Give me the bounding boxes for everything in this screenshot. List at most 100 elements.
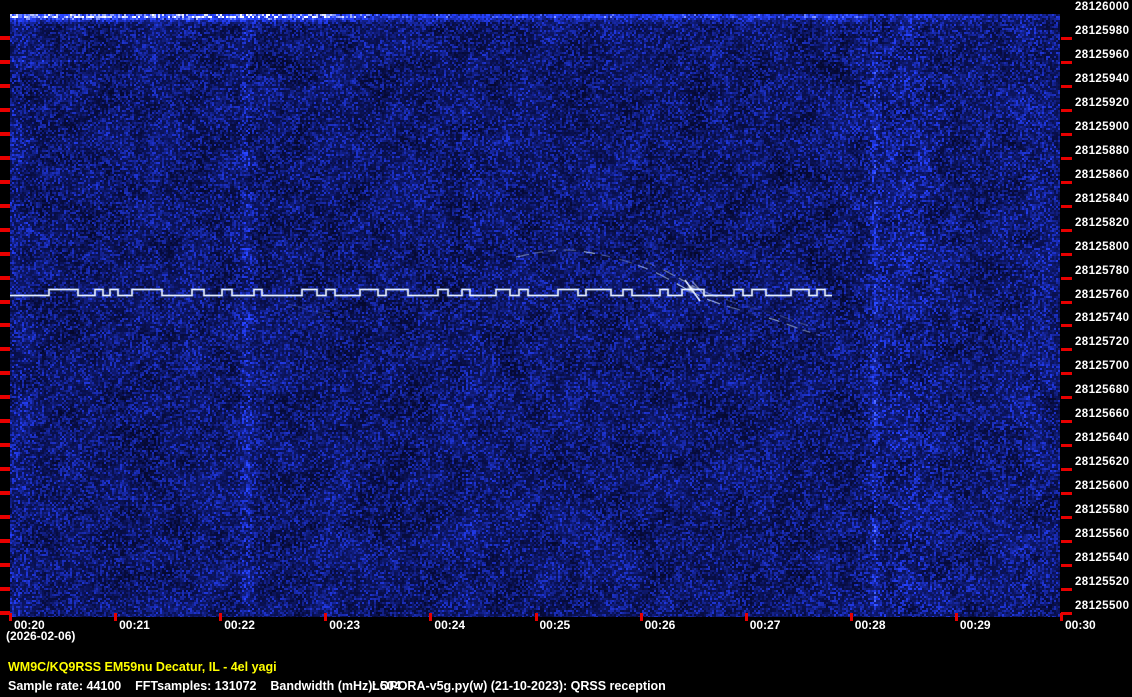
- frequency-tick-right: [1061, 444, 1072, 447]
- frequency-label: 28125540: [1075, 552, 1131, 564]
- frequency-tick-right: [1061, 348, 1072, 351]
- frequency-tick-left: [0, 371, 10, 375]
- frequency-tick-right: [1061, 37, 1072, 40]
- frequency-label: 28125640: [1075, 432, 1131, 444]
- frequency-tick-right: [1061, 277, 1072, 280]
- frequency-label: 28125700: [1075, 360, 1131, 372]
- time-tick: [850, 613, 853, 621]
- frequency-tick-left: [0, 84, 10, 88]
- date-label: (2026-02-06): [6, 629, 75, 643]
- frequency-tick-right: [1061, 420, 1072, 423]
- frequency-label: 28125620: [1075, 456, 1131, 468]
- time-tick: [114, 613, 117, 621]
- frequency-tick-right: [1061, 181, 1072, 184]
- frequency-label: 28125720: [1075, 336, 1131, 348]
- frequency-tick-left: [0, 36, 10, 40]
- frequency-tick-left: [0, 443, 10, 447]
- frequency-tick-left: [0, 323, 10, 327]
- frequency-label: 28125660: [1075, 408, 1131, 420]
- frequency-tick-right: [1061, 253, 1072, 256]
- time-tick: [429, 613, 432, 621]
- time-label: 00:28: [855, 618, 886, 632]
- frequency-tick-right: [1061, 205, 1072, 208]
- time-tick: [9, 613, 12, 621]
- frequency-tick-right: [1061, 229, 1072, 232]
- frequency-tick-right: [1061, 109, 1072, 112]
- frequency-tick-left: [0, 180, 10, 184]
- frequency-label: 28125880: [1075, 145, 1131, 157]
- frequency-tick-right: [1061, 372, 1072, 375]
- time-label: 00:26: [645, 618, 676, 632]
- frequency-tick-left: [0, 300, 10, 304]
- time-label: 00:21: [119, 618, 150, 632]
- frequency-label: 28125680: [1075, 384, 1131, 396]
- frequency-label: 28125740: [1075, 312, 1131, 324]
- frequency-label: 28125980: [1075, 25, 1131, 37]
- software-version-text: LOPORA-v5g.py(w) (21-10-2023): QRSS rece…: [372, 679, 666, 693]
- frequency-tick-right: [1061, 133, 1072, 136]
- frequency-tick-left: [0, 204, 10, 208]
- frequency-tick-left: [0, 467, 10, 471]
- frequency-tick-left: [0, 539, 10, 543]
- time-label: 00:25: [540, 618, 571, 632]
- frequency-tick-right: [1061, 85, 1072, 88]
- frequency-label: 28125960: [1075, 49, 1131, 61]
- frequency-label: 28125820: [1075, 217, 1131, 229]
- frequency-tick-right: [1061, 301, 1072, 304]
- frequency-tick-right: [1061, 588, 1072, 591]
- time-tick: [955, 613, 958, 621]
- frequency-label: 28125600: [1075, 480, 1131, 492]
- frequency-label: 28125840: [1075, 193, 1131, 205]
- sample-rate-text: Sample rate: 44100 FFTsamples: 131072 Ba…: [8, 679, 401, 693]
- frequency-label: 28125900: [1075, 121, 1131, 133]
- frequency-tick-left: [0, 491, 10, 495]
- frequency-tick-right: [1061, 516, 1072, 519]
- time-tick: [324, 613, 327, 621]
- frequency-label: 28125860: [1075, 169, 1131, 181]
- frequency-label: 28125780: [1075, 265, 1131, 277]
- frequency-tick-right: [1061, 396, 1072, 399]
- time-label: 00:27: [750, 618, 781, 632]
- frequency-tick-left: [0, 252, 10, 256]
- frequency-tick-right: [1061, 492, 1072, 495]
- frequency-tick-right: [1061, 564, 1072, 567]
- frequency-label: 28125560: [1075, 528, 1131, 540]
- frequency-tick-left: [0, 60, 10, 64]
- time-tick: [640, 613, 643, 621]
- frequency-tick-right: [1061, 157, 1072, 160]
- frequency-tick-left: [0, 228, 10, 232]
- frequency-tick-left: [0, 395, 10, 399]
- capture-params-line: Sample rate: 44100 FFTsamples: 131072 Ba…: [0, 679, 1132, 695]
- qrss-grabber-screen: 28126000 28125980 28125960 28125940 28125920…: [0, 0, 1132, 697]
- frequency-tick-right: [1061, 468, 1072, 471]
- frequency-label: 28125940: [1075, 73, 1131, 85]
- frequency-tick-left: [0, 419, 10, 423]
- frequency-label: 28125500: [1075, 600, 1131, 612]
- frequency-label: 28125920: [1075, 97, 1131, 109]
- frequency-label: 28125800: [1075, 241, 1131, 253]
- time-label: 00:29: [960, 618, 991, 632]
- frequency-tick-left: [0, 108, 10, 112]
- frequency-label: 28125580: [1075, 504, 1131, 516]
- frequency-tick-left: [0, 515, 10, 519]
- spectrogram-waterfall: [10, 14, 1060, 617]
- time-label: 00:24: [434, 618, 465, 632]
- frequency-tick-right: [1061, 61, 1072, 64]
- time-tick: [219, 613, 222, 621]
- frequency-tick-left: [0, 563, 10, 567]
- frequency-label: 28126000: [1075, 1, 1131, 13]
- time-tick: [745, 613, 748, 621]
- frequency-tick-left: [0, 347, 10, 351]
- time-label: 00:30: [1065, 618, 1096, 632]
- time-tick: [535, 613, 538, 621]
- frequency-tick-right: [1061, 540, 1072, 543]
- frequency-tick-left: [0, 587, 10, 591]
- station-info-line: WM9C/KQ9RSS EM59nu Decatur, IL - 4el yag…: [8, 660, 277, 674]
- frequency-tick-left: [0, 276, 10, 280]
- frequency-label: 28125760: [1075, 289, 1131, 301]
- time-label: 00:22: [224, 618, 255, 632]
- frequency-tick-left: [0, 132, 10, 136]
- time-label: 00:23: [329, 618, 360, 632]
- frequency-tick-right: [1061, 324, 1072, 327]
- frequency-tick-left: [0, 156, 10, 160]
